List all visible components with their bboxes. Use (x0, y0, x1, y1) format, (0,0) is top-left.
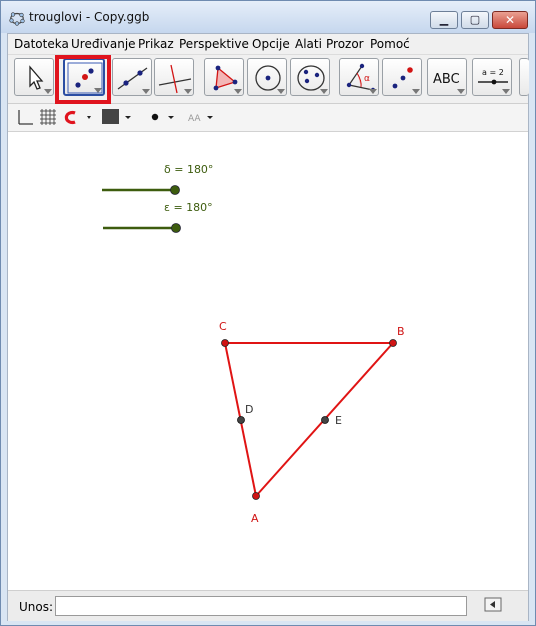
graphics-view[interactable]: δ = 180° ε = 180° A B C D E (8, 132, 528, 590)
geogebra-icon (9, 12, 25, 26)
menu-pomoc[interactable]: Pomoć (370, 37, 410, 51)
menu-alati[interactable]: Alati (295, 37, 322, 51)
input-label: Unos: (19, 600, 54, 614)
title-bar: trouglovi - Copy.ggb ▁ ▢ ✕ (1, 1, 535, 33)
move-tool-button[interactable] (14, 58, 54, 96)
point-a-label: A (251, 512, 259, 525)
point-c[interactable]: C (219, 320, 229, 347)
keyboard-toggle-icon[interactable] (483, 596, 503, 614)
geogebra-app: Datoteka Uređivanje Prikaz Perspektive O… (7, 33, 529, 621)
tool-dropdown-icon (142, 89, 150, 94)
minimize-icon: ▁ (439, 13, 449, 26)
point-b-label: B (397, 325, 405, 338)
app-window: trouglovi - Copy.ggb ▁ ▢ ✕ Datoteka Uređ… (0, 0, 536, 626)
point-a[interactable]: A (251, 492, 260, 526)
tool-dropdown-icon (457, 89, 465, 94)
circle-tool-button[interactable] (247, 58, 287, 96)
close-button[interactable]: ✕ (492, 11, 528, 29)
maximize-button[interactable]: ▢ (461, 11, 489, 29)
point-b[interactable]: B (389, 325, 405, 347)
tool-dropdown-icon (502, 89, 510, 94)
input-bar: Unos: (8, 590, 528, 621)
svg-text:AA: AA (188, 114, 201, 124)
point-e[interactable]: E (321, 414, 343, 427)
point-d-label: D (245, 403, 253, 416)
perpendicular-tool-button[interactable] (154, 58, 194, 96)
tool-dropdown-icon (234, 89, 242, 94)
triangle-abc[interactable] (224, 342, 394, 497)
point-c-label: C (219, 320, 227, 333)
window-title: trouglovi - Copy.ggb (29, 10, 150, 24)
svg-text:ABC: ABC (433, 72, 460, 87)
slider-delta[interactable]: δ = 180° (102, 163, 213, 195)
color-swatch[interactable] (101, 108, 135, 126)
slider-delta-handle (170, 185, 180, 195)
close-icon: ✕ (504, 13, 516, 27)
slider-tool-button[interactable]: a = 2 (472, 58, 512, 96)
menu-opcije[interactable]: Opcije (252, 37, 290, 51)
tool-dropdown-icon (412, 89, 420, 94)
maximize-icon: ▢ (469, 13, 481, 26)
axes-icon[interactable] (16, 108, 34, 126)
tool-dropdown-icon (184, 89, 192, 94)
line-tool-button[interactable] (112, 58, 152, 96)
slider-epsilon[interactable]: ε = 180° (103, 201, 213, 233)
slider-delta-label: δ = 180° (164, 163, 213, 176)
text-tool-button[interactable]: ABC (427, 58, 467, 96)
style-bar: AA (8, 104, 528, 132)
slider-epsilon-handle (171, 223, 181, 233)
menu-uredivanje[interactable]: Uređivanje (71, 37, 136, 51)
command-input[interactable] (55, 596, 467, 616)
slider-epsilon-label: ε = 180° (164, 201, 213, 214)
grid-icon[interactable] (39, 108, 57, 126)
tool-dropdown-icon (320, 89, 328, 94)
selected-tool-highlight (55, 55, 111, 104)
graphics-canvas[interactable]: δ = 180° ε = 180° A B C D E (8, 132, 528, 590)
svg-text:α: α (364, 74, 370, 84)
menu-prikaz[interactable]: Prikaz (138, 37, 174, 51)
menu-bar: Datoteka Uređivanje Prikaz Perspektive O… (8, 34, 528, 55)
menu-datoteka[interactable]: Datoteka (14, 37, 69, 51)
label-style-icon[interactable]: AA (186, 108, 220, 126)
magnet-icon[interactable] (63, 108, 95, 126)
minimize-button[interactable]: ▁ (430, 11, 458, 29)
tool-dropdown-icon (369, 89, 377, 94)
tool-dropdown-icon (277, 89, 285, 94)
angle-tool-button[interactable]: α (339, 58, 379, 96)
tool-dropdown-icon (44, 89, 52, 94)
more-tools-button[interactable] (519, 58, 529, 96)
toolbar: α ABC a = 2 (8, 55, 529, 104)
menu-prozor[interactable]: Prozor (326, 37, 364, 51)
polygon-tool-button[interactable] (204, 58, 244, 96)
point-style-icon[interactable] (148, 108, 182, 126)
menu-perspektive[interactable]: Perspektive (179, 37, 249, 51)
svg-text:a = 2: a = 2 (482, 68, 504, 77)
point-e-label: E (335, 414, 342, 427)
conic-tool-button[interactable] (290, 58, 330, 96)
reflect-tool-button[interactable] (382, 58, 422, 96)
